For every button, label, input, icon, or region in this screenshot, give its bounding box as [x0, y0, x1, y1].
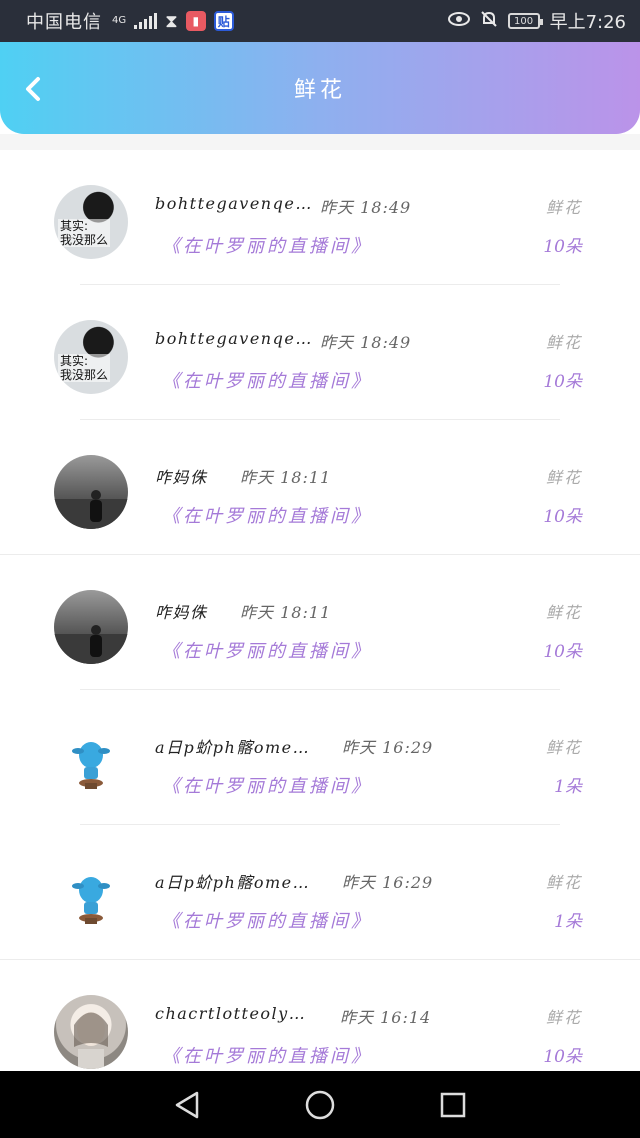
avatar-figure: [72, 742, 110, 789]
avatar-caption: 其实: 我没那么: [58, 354, 111, 382]
gift-name: 鲜花: [545, 738, 582, 757]
username[interactable]: 咋妈侏: [155, 464, 208, 488]
eye-icon: [447, 11, 470, 32]
clock-label: 早上7:26: [549, 12, 626, 33]
mute-bell-icon: [480, 10, 498, 33]
username[interactable]: a日p蚧ph髂ome…: [155, 734, 310, 758]
nav-recents-button[interactable]: [433, 1085, 473, 1125]
gift-count: 10朵: [543, 1047, 582, 1067]
avatar-caption: 其实: 我没那么: [58, 219, 111, 247]
list-item[interactable]: a日p蚧ph髂ome… 昨天 16:29 鲜花 《在叶罗丽的直播间》 1朵: [0, 825, 640, 960]
circle-home-icon: [305, 1090, 335, 1119]
avatar[interactable]: 其实: 我没那么: [54, 320, 128, 394]
avatar-photo: [54, 490, 128, 529]
gift-count: 10朵: [543, 237, 582, 257]
square-recents-icon: [441, 1092, 466, 1117]
avatar[interactable]: [54, 860, 128, 934]
nav-home-button[interactable]: [300, 1085, 340, 1125]
triangle-back-icon: [175, 1091, 198, 1118]
list-item[interactable]: 咋妈侏 昨天 18:11 鲜花 《在叶罗丽的直播间》 10朵: [0, 420, 640, 555]
avatar-photo: [74, 1012, 108, 1069]
timestamp: 昨天 18:11: [240, 468, 332, 487]
list-item[interactable]: 其实: 我没那么 bohttegavenqetara 昨天 18:49 鲜花 《…: [0, 150, 640, 285]
username[interactable]: bohttegavenqetara: [155, 329, 315, 348]
carrier-label: 中国电信: [26, 12, 102, 33]
avatar[interactable]: [54, 995, 128, 1069]
avatar-figure: [72, 877, 110, 924]
username[interactable]: chacrtlotteolyympioa: [155, 1004, 315, 1023]
gift-name: 鲜花: [545, 603, 582, 622]
battery-icon: 100: [507, 13, 543, 29]
room-link[interactable]: 《在叶罗丽的直播间》: [162, 367, 372, 393]
app-header: 鲜花: [0, 42, 640, 134]
timestamp: 昨天 16:14: [340, 1008, 432, 1027]
list-item[interactable]: 咋妈侏 昨天 18:11 鲜花 《在叶罗丽的直播间》 10朵: [0, 555, 640, 690]
gift-name: 鲜花: [545, 468, 582, 487]
avatar-photo: [54, 625, 128, 664]
chevron-left-icon: [26, 77, 40, 101]
room-link[interactable]: 《在叶罗丽的直播间》: [162, 232, 372, 258]
tieba-app-icon: 贴: [213, 11, 234, 31]
username[interactable]: 咋妈侏: [155, 599, 208, 623]
gift-name: 鲜花: [545, 333, 582, 352]
avatar[interactable]: [54, 725, 128, 799]
nav-back-button[interactable]: [167, 1085, 207, 1125]
gift-name: 鲜花: [545, 198, 582, 217]
gift-count: 10朵: [543, 507, 582, 527]
room-link[interactable]: 《在叶罗丽的直播间》: [162, 637, 372, 663]
avatar[interactable]: [54, 590, 128, 664]
status-bar: 中国电信 4G ⧗ ▮ 贴 100 早上7:26: [0, 0, 640, 42]
timestamp: 昨天 18:49: [320, 333, 412, 352]
gift-record-list: 其实: 我没那么 bohttegavenqetara 昨天 18:49 鲜花 《…: [0, 150, 640, 1095]
username[interactable]: bohttegavenqetara: [155, 194, 315, 213]
hourglass-icon: ⧗: [165, 10, 178, 32]
timestamp: 昨天 16:29: [342, 873, 434, 892]
room-link[interactable]: 《在叶罗丽的直播间》: [162, 772, 372, 798]
gift-name: 鲜花: [545, 1008, 582, 1027]
gift-count: 10朵: [543, 642, 582, 662]
gift-name: 鲜花: [545, 873, 582, 892]
avatar[interactable]: 其实: 我没那么: [54, 185, 128, 259]
list-item[interactable]: 其实: 我没那么 bohttegavenqetara 昨天 18:49 鲜花 《…: [0, 285, 640, 420]
gift-count: 10朵: [543, 372, 582, 392]
room-link[interactable]: 《在叶罗丽的直播间》: [162, 1042, 372, 1068]
page-title: 鲜花: [293, 78, 346, 103]
timestamp: 昨天 16:29: [342, 738, 434, 757]
gift-count: 1朵: [554, 777, 582, 797]
timestamp: 昨天 18:11: [240, 603, 332, 622]
room-link[interactable]: 《在叶罗丽的直播间》: [162, 502, 372, 528]
back-button[interactable]: [16, 72, 50, 106]
gift-count: 1朵: [554, 912, 582, 932]
username[interactable]: a日p蚧ph髂ome…: [155, 869, 310, 893]
avatar[interactable]: [54, 455, 128, 529]
network-type-label: 4G: [112, 15, 127, 26]
reader-app-icon: ▮: [185, 11, 206, 31]
room-link[interactable]: 《在叶罗丽的直播间》: [162, 907, 372, 933]
list-item[interactable]: a日p蚧ph髂ome… 昨天 16:29 鲜花 《在叶罗丽的直播间》 1朵: [0, 690, 640, 825]
timestamp: 昨天 18:49: [320, 198, 412, 217]
signal-icon: [134, 13, 158, 29]
system-nav-bar: [0, 1071, 640, 1138]
header-separator: [0, 134, 640, 150]
